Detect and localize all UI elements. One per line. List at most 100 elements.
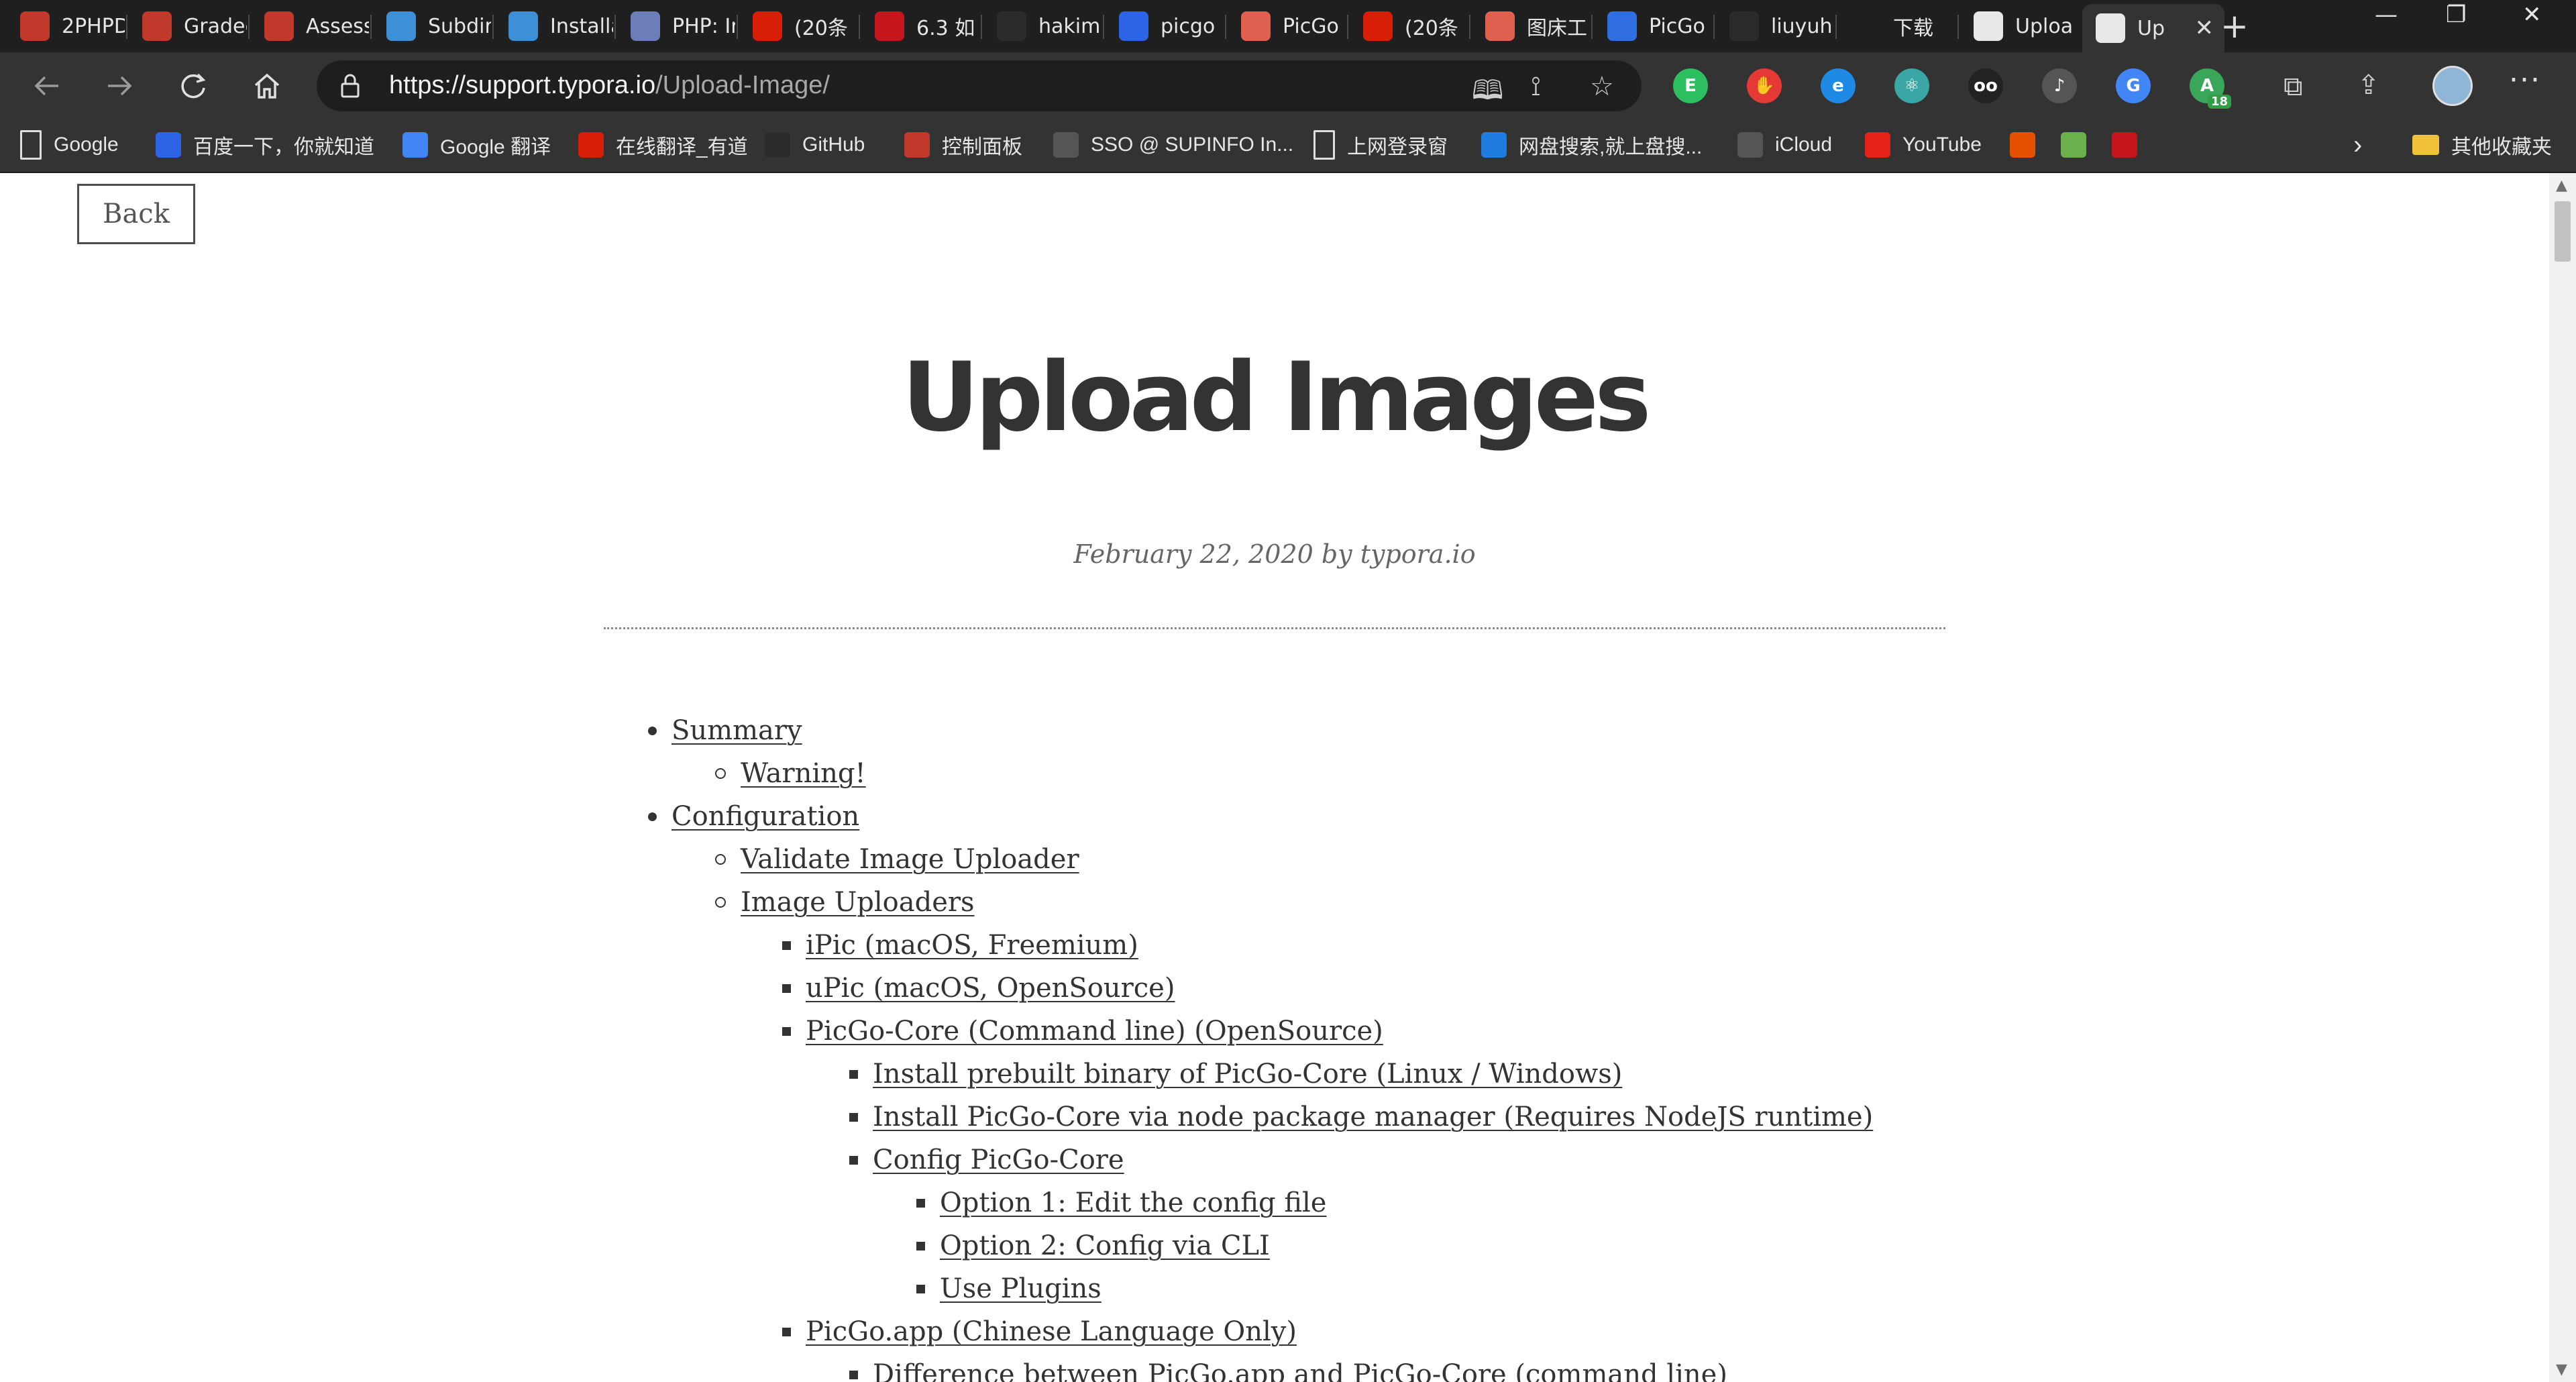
bookmark-item[interactable]: GitHub: [765, 126, 865, 164]
browser-tab[interactable]: picgo: [1106, 4, 1224, 48]
browser-toolbar: https://support.typora.io/Upload-Image/ …: [0, 52, 2576, 119]
tab-separator: [859, 15, 860, 39]
browser-tab[interactable]: (20条: [739, 4, 857, 48]
toc-link[interactable]: iPic (macOS, Freemium): [806, 930, 1138, 961]
page-icon: [1313, 130, 1335, 160]
edge-extension-icon[interactable]: e: [1821, 68, 1856, 103]
browser-tab[interactable]: Up ✕: [2082, 4, 2224, 52]
scroll-thumb[interactable]: [2555, 201, 2571, 262]
bookmark-item[interactable]: 控制面板: [904, 126, 1022, 164]
scroll-down-arrow-icon[interactable]: ▼: [2556, 1361, 2567, 1378]
toc-link[interactable]: Validate Image Uploader: [741, 844, 1079, 875]
github-icon: [765, 132, 790, 158]
bookmark-label: 网盘搜索,就上盘搜...: [1519, 136, 1703, 158]
page-icon[interactable]: ♪: [2042, 68, 2077, 103]
page-title: Upload Images: [902, 342, 1651, 453]
toc-link[interactable]: Option 2: Config via CLI: [940, 1230, 1270, 1261]
tab-label: 图床工: [1527, 17, 1587, 40]
browser-tab[interactable]: Subdir: [373, 4, 491, 48]
minimize-button[interactable]: —: [2375, 1, 2398, 28]
bookmark-item[interactable]: [2112, 126, 2149, 164]
translate-icon[interactable]: ⟟: [1531, 71, 1541, 102]
bookmark-item[interactable]: YouTube: [1865, 126, 1982, 164]
share-icon[interactable]: ⇪: [2357, 70, 2380, 101]
browser-tab[interactable]: 6.3 如: [861, 4, 979, 48]
tab-close-icon[interactable]: ✕: [2195, 15, 2214, 42]
browser-tab[interactable]: Assess: [251, 4, 369, 48]
new-tab-button[interactable]: +: [2220, 7, 2249, 46]
back-button[interactable]: Back: [77, 184, 195, 244]
browser-tab[interactable]: PHP: Ir: [617, 4, 735, 48]
toc-item: Config PicGo-Core: [849, 1145, 1124, 1175]
toc-link[interactable]: Install PicGo-Core via node package mana…: [873, 1102, 1873, 1132]
browser-tab[interactable]: hakim: [983, 4, 1102, 48]
google-translate-icon[interactable]: G: [2116, 68, 2151, 103]
restore-button[interactable]: ❐: [2446, 1, 2466, 28]
bookmark-item[interactable]: SSO @ SUPINFO In...: [1053, 126, 1293, 164]
bullet-marker: [849, 1155, 858, 1165]
bookmark-item[interactable]: iCloud: [1737, 126, 1832, 164]
avatar[interactable]: [2432, 66, 2473, 106]
refresh-icon[interactable]: [169, 62, 217, 110]
browser-tab[interactable]: Gradec: [129, 4, 247, 48]
toc-link[interactable]: Option 1: Edit the config file: [940, 1187, 1326, 1218]
window-close-button[interactable]: ✕: [2522, 1, 2542, 28]
tampermonkey-icon[interactable]: oo: [1968, 68, 2003, 103]
toc-link[interactable]: Difference between PicGo.app and PicGo-C…: [873, 1359, 1727, 1382]
tab-label: PHP: Ir: [672, 14, 735, 38]
browser-tab[interactable]: Installa: [495, 4, 613, 48]
home-icon[interactable]: [243, 62, 291, 110]
toc-link[interactable]: Image Uploaders: [741, 887, 975, 918]
url-text[interactable]: https://support.typora.io/Upload-Image/: [389, 71, 830, 100]
toc-link[interactable]: uPic (macOS, OpenSource): [806, 973, 1175, 1004]
bullet-marker: [648, 812, 657, 821]
toc-link[interactable]: Summary: [672, 715, 802, 746]
bookmarks-overflow-chevron-icon[interactable]: ›: [2353, 126, 2362, 164]
toc-link[interactable]: PicGo-Core (Command line) (OpenSource): [806, 1016, 1383, 1047]
react-devtools-icon[interactable]: ⚛: [1894, 68, 1929, 103]
browser-tab[interactable]: Uploa: [1960, 4, 2078, 48]
browser-tab[interactable]: PicGo: [1228, 4, 1346, 48]
browser-tab[interactable]: (20条: [1350, 4, 1468, 48]
csdn-icon: [1363, 11, 1393, 41]
lock-icon[interactable]: [337, 72, 364, 99]
forward-arrow-icon[interactable]: [95, 62, 144, 110]
bookmark-item[interactable]: Google: [20, 126, 119, 164]
scrollbar[interactable]: ▲ ▼: [2549, 173, 2576, 1382]
android-badge-icon[interactable]: A 18: [2190, 68, 2231, 109]
more-menu-icon[interactable]: ···: [2509, 63, 2541, 97]
browser-tab[interactable]: 图床工: [1472, 4, 1590, 48]
bookmark-item[interactable]: [2061, 126, 2098, 164]
toc-item: uPic (macOS, OpenSource): [782, 973, 1175, 1004]
browser-tab[interactable]: 2PHPD: [7, 4, 125, 48]
bookmark-item[interactable]: [2010, 126, 2047, 164]
tab-separator: [492, 15, 494, 39]
browser-tab[interactable]: PicGo: [1594, 4, 1712, 48]
back-arrow-icon[interactable]: [23, 62, 71, 110]
collections-icon[interactable]: ⧉: [2284, 71, 2303, 102]
bookmark-item[interactable]: Google 翻译: [402, 126, 551, 164]
toc-link[interactable]: Install prebuilt binary of PicGo-Core (L…: [873, 1059, 1622, 1089]
read-aloud-icon[interactable]: 🕮: [1472, 71, 1503, 117]
toc-link[interactable]: Warning!: [741, 758, 866, 789]
bookmark-item[interactable]: 上网登录窗: [1313, 126, 1448, 164]
browser-tab[interactable]: 下载: [1838, 4, 1956, 48]
favorite-star-icon[interactable]: ☆: [1590, 71, 1614, 102]
bookmark-label: 控制面板: [942, 136, 1022, 158]
bookmark-item[interactable]: 网盘搜索,就上盘搜...: [1481, 126, 1702, 164]
browser-tab[interactable]: liuyuh: [1716, 4, 1834, 48]
toc-link[interactable]: PicGo.app (Chinese Language Only): [806, 1316, 1297, 1347]
bookmark-label: SSO @ SUPINFO In...: [1091, 134, 1294, 156]
evernote-icon[interactable]: E: [1673, 68, 1708, 103]
toc-link[interactable]: Use Plugins: [940, 1273, 1102, 1304]
address-bar[interactable]: https://support.typora.io/Upload-Image/ …: [317, 60, 1642, 111]
adblock-icon[interactable]: ✋: [1747, 68, 1782, 103]
toc-link[interactable]: Configuration: [672, 801, 859, 832]
scroll-up-arrow-icon[interactable]: ▲: [2556, 177, 2567, 194]
github-icon: [1729, 11, 1759, 41]
toc-link[interactable]: Config PicGo-Core: [873, 1145, 1124, 1175]
bookmark-item[interactable]: 百度一下，你就知道: [156, 126, 374, 164]
other-bookmarks-folder[interactable]: 其他收藏夹: [2412, 126, 2552, 164]
tab-separator: [370, 15, 372, 39]
bookmark-item[interactable]: 在线翻译_有道: [578, 126, 748, 164]
